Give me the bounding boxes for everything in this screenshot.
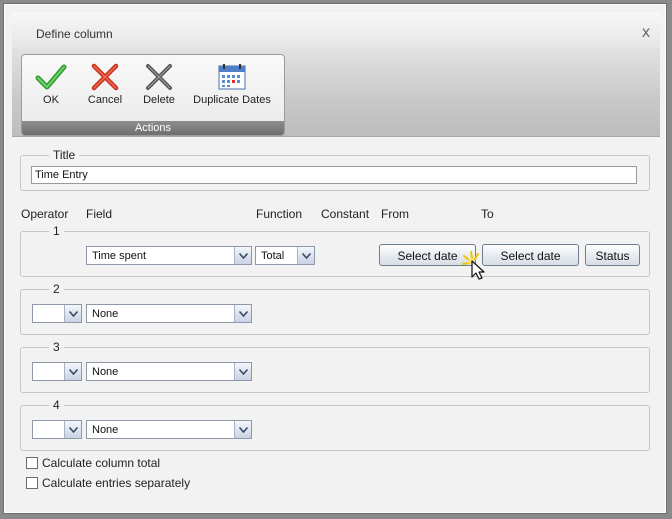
duplicate-dates-button[interactable]: Duplicate Dates bbox=[190, 63, 274, 106]
function-header: Function bbox=[256, 207, 303, 221]
close-icon[interactable]: x bbox=[642, 25, 650, 41]
row-3-field-value: None bbox=[92, 366, 119, 378]
chevron-down-icon bbox=[234, 247, 251, 264]
title-section: Title bbox=[20, 148, 650, 191]
row-1-status-button[interactable]: Status bbox=[585, 244, 640, 266]
row-2-operator-select[interactable] bbox=[32, 304, 82, 323]
ok-label: OK bbox=[43, 94, 59, 106]
cancel-x-icon bbox=[91, 63, 119, 91]
from-header: From bbox=[381, 207, 409, 221]
row-4-field-select[interactable]: None bbox=[86, 420, 252, 439]
operator-header: Operator bbox=[21, 207, 69, 221]
row-4-operator-select[interactable] bbox=[32, 420, 82, 439]
title-legend: Title bbox=[49, 148, 80, 162]
row-2-legend: 2 bbox=[49, 282, 64, 296]
mouse-cursor-icon bbox=[462, 251, 485, 280]
row-3-field-select[interactable]: None bbox=[86, 362, 252, 381]
row-4-legend: 4 bbox=[49, 398, 64, 412]
actions-group: OK Cancel Delete Duplicate Dates Actions bbox=[21, 54, 285, 136]
row-1-field-value: Time spent bbox=[92, 250, 147, 262]
chevron-down-icon bbox=[234, 363, 251, 380]
condition-row-4: 4 None bbox=[20, 398, 650, 451]
row-1-function-value: Total bbox=[261, 250, 285, 262]
define-column-dialog: Define column x OK Cancel Delete Duplica… bbox=[3, 3, 667, 514]
row-1-to-date-button[interactable]: Select date bbox=[482, 244, 579, 266]
check-icon bbox=[35, 64, 67, 90]
ok-button[interactable]: OK bbox=[30, 63, 72, 106]
to-header: To bbox=[481, 207, 494, 221]
chevron-down-icon bbox=[234, 305, 251, 322]
row-3-operator-select[interactable] bbox=[32, 362, 82, 381]
condition-row-1: 1 Time spent Total Select date Select da… bbox=[20, 224, 650, 280]
dialog-title: Define column bbox=[36, 27, 113, 41]
dialog-titlebar: Define column x bbox=[12, 12, 660, 48]
field-header: Field bbox=[86, 207, 113, 221]
delete-x-icon bbox=[146, 64, 172, 90]
row-2-field-value: None bbox=[92, 308, 119, 320]
chevron-down-icon bbox=[64, 421, 81, 438]
chevron-down-icon bbox=[64, 305, 81, 322]
title-input[interactable] bbox=[31, 166, 637, 184]
chevron-down-icon bbox=[234, 421, 251, 438]
row-3-legend: 3 bbox=[49, 340, 64, 354]
calc-total-label[interactable]: Calculate column total bbox=[42, 456, 160, 470]
ribbon-toolbar: OK Cancel Delete Duplicate Dates Actions bbox=[12, 48, 660, 137]
row-1-legend: 1 bbox=[49, 224, 64, 238]
condition-row-3: 3 None bbox=[20, 340, 650, 393]
row-4-field-value: None bbox=[92, 424, 119, 436]
cancel-label: Cancel bbox=[87, 94, 123, 106]
delete-button[interactable]: Delete bbox=[136, 63, 182, 106]
constant-header: Constant bbox=[321, 207, 370, 221]
row-2-field-select[interactable]: None bbox=[86, 304, 252, 323]
delete-label: Delete bbox=[143, 94, 175, 106]
chevron-down-icon bbox=[297, 247, 314, 264]
condition-row-2: 2 None bbox=[20, 282, 650, 335]
actions-group-label: Actions bbox=[22, 121, 284, 135]
row-1-function-select[interactable]: Total bbox=[255, 246, 315, 265]
row-1-field-select[interactable]: Time spent bbox=[86, 246, 252, 265]
calendar-icon bbox=[218, 64, 246, 90]
calc-total-checkbox[interactable] bbox=[26, 457, 38, 469]
calc-separate-checkbox[interactable] bbox=[26, 477, 38, 489]
duplicate-dates-label: Duplicate Dates bbox=[193, 94, 271, 106]
cancel-button[interactable]: Cancel bbox=[82, 63, 128, 106]
calc-separate-label[interactable]: Calculate entries separately bbox=[42, 476, 190, 490]
chevron-down-icon bbox=[64, 363, 81, 380]
